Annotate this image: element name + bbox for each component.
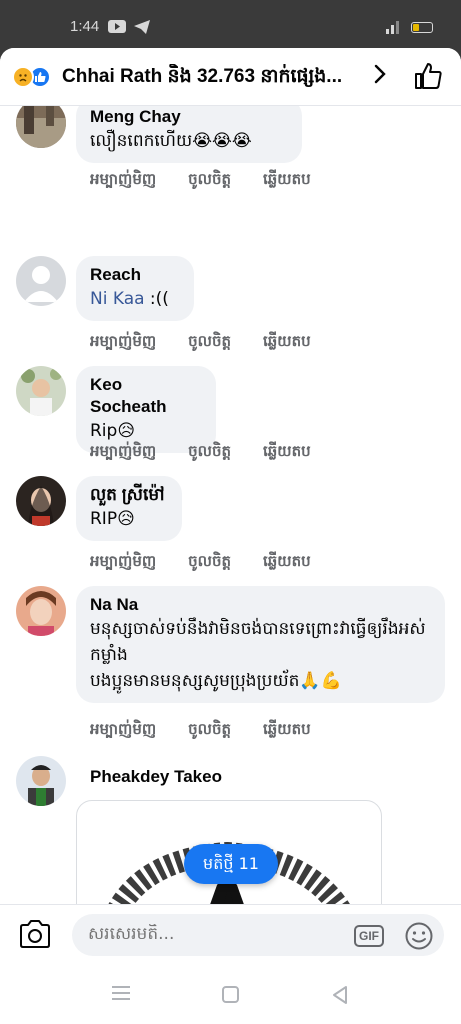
reply-action[interactable]: ឆ្លើយតប bbox=[263, 332, 311, 354]
comment-composer: GIF bbox=[0, 904, 461, 964]
avatar[interactable] bbox=[16, 106, 66, 148]
home-icon[interactable] bbox=[222, 986, 239, 1003]
avatar[interactable] bbox=[16, 256, 66, 306]
comment-author[interactable]: Reach bbox=[90, 264, 180, 286]
reply-action[interactable]: ឆ្លើយតប bbox=[263, 170, 311, 192]
telegram-icon bbox=[134, 20, 150, 34]
comment-actions: អម្បាញ់មិញ ចូលចិត្ត ឆ្លើយតប bbox=[90, 332, 311, 354]
comment-text: មនុស្សចាស់ទប់នឹងវាមិនចង់បានទេព្រោះវាធ្វើ… bbox=[90, 619, 426, 691]
comment-bubble: Reach Ni Kaa :(( bbox=[76, 256, 194, 321]
post-header: Chhai Rath និង 32.763 នាក់ផ្សេង... bbox=[0, 48, 461, 106]
like-action[interactable]: អម្បាញ់មិញ bbox=[90, 442, 156, 464]
comment-bubble: លួត ស្រីម៉ៅ RIP😥 bbox=[76, 476, 182, 541]
status-system-icons bbox=[385, 20, 433, 34]
comment-author[interactable]: Keo Socheath bbox=[90, 374, 202, 418]
like-action[interactable]: អម្បាញ់មិញ bbox=[90, 332, 156, 354]
avatar[interactable] bbox=[16, 476, 66, 526]
comment-text: លឿនពេកហើយ😭😭😭 bbox=[90, 131, 252, 151]
comment-author[interactable]: Meng Chay bbox=[90, 106, 288, 128]
comment-text: Rip😥 bbox=[90, 421, 136, 441]
like-button-icon[interactable] bbox=[412, 60, 444, 92]
react-action[interactable]: ចូលចិត្ត bbox=[188, 332, 231, 354]
react-action[interactable]: ចូលចិត្ត bbox=[188, 552, 231, 574]
comment-bubble: Meng Chay លឿនពេកហើយ😭😭😭 bbox=[76, 106, 302, 163]
comment-bubble: Keo Socheath Rip😥 bbox=[76, 366, 216, 453]
comment-author[interactable]: លួត ស្រីម៉ៅ bbox=[90, 484, 168, 506]
comment-text: Ni Kaa :(( bbox=[90, 286, 180, 312]
camera-icon[interactable] bbox=[18, 919, 52, 949]
battery-icon bbox=[411, 21, 433, 33]
comment-actions: អម្បាញ់មិញ ចូលចិត្ត ឆ្លើយតប bbox=[90, 720, 311, 742]
reactions-comments-sheet: Chhai Rath និង 32.763 នាក់ផ្សេង... Meng … bbox=[0, 48, 461, 1024]
reply-action[interactable]: ឆ្លើយតប bbox=[263, 720, 311, 742]
react-action[interactable]: ចូលចិត្ត bbox=[188, 720, 231, 742]
comments-list: Meng Chay លឿនពេកហើយ😭😭😭 អម្បាញ់មិញ ចូលចិត… bbox=[0, 106, 461, 906]
status-bar: 1:44 bbox=[0, 0, 461, 48]
signal-icon bbox=[386, 21, 399, 34]
comment-input-box[interactable] bbox=[72, 914, 444, 956]
sad-reaction-icon bbox=[12, 66, 34, 88]
comment-text: RIP😥 bbox=[90, 509, 135, 529]
like-action[interactable]: អម្បាញ់មិញ bbox=[90, 170, 156, 192]
reaction-icons bbox=[12, 66, 51, 88]
like-action[interactable]: អម្បាញ់មិញ bbox=[90, 720, 156, 742]
reply-action[interactable]: ឆ្លើយតប bbox=[263, 442, 311, 464]
comment-bubble: Na Na មនុស្សចាស់ទប់នឹងវាមិនចង់បានទេព្រោះ… bbox=[76, 586, 445, 703]
status-time: 1:44 bbox=[70, 18, 100, 35]
chevron-right-icon[interactable] bbox=[372, 62, 388, 92]
comment-actions: អម្បាញ់មិញ ចូលចិត្ត ឆ្លើយតប bbox=[90, 170, 311, 192]
comment-text-rest: :(( bbox=[144, 289, 169, 309]
avatar[interactable] bbox=[16, 366, 66, 416]
status-notification-icons bbox=[108, 20, 150, 34]
avatar[interactable] bbox=[16, 756, 66, 806]
avatar[interactable] bbox=[16, 586, 66, 636]
reactors-title[interactable]: Chhai Rath និង 32.763 នាក់ផ្សេង... bbox=[62, 64, 362, 92]
comment-author[interactable]: Na Na bbox=[90, 594, 431, 616]
new-comments-button[interactable]: មតិថ្មី 11 bbox=[184, 844, 278, 884]
emoji-icon[interactable] bbox=[404, 921, 434, 951]
comment-actions: អម្បាញ់មិញ ចូលចិត្ត ឆ្លើយតប bbox=[90, 552, 311, 574]
system-nav-bar bbox=[0, 964, 461, 1024]
like-action[interactable]: អម្បាញ់មិញ bbox=[90, 552, 156, 574]
reply-action[interactable]: ឆ្លើយតប bbox=[263, 552, 311, 574]
react-action[interactable]: ចូលចិត្ត bbox=[188, 442, 231, 464]
youtube-icon bbox=[108, 20, 126, 33]
mention-link[interactable]: Ni Kaa bbox=[90, 289, 145, 309]
react-action[interactable]: ចូលចិត្ត bbox=[188, 170, 231, 192]
comment-input[interactable] bbox=[88, 924, 328, 944]
comment-author[interactable]: Pheakdey Takeo bbox=[90, 766, 222, 788]
comment-actions: អម្បាញ់មិញ ចូលចិត្ត ឆ្លើយតប bbox=[90, 442, 311, 464]
gif-button[interactable]: GIF bbox=[354, 925, 384, 947]
recent-apps-icon[interactable] bbox=[112, 986, 130, 1004]
back-icon[interactable] bbox=[330, 984, 350, 1006]
